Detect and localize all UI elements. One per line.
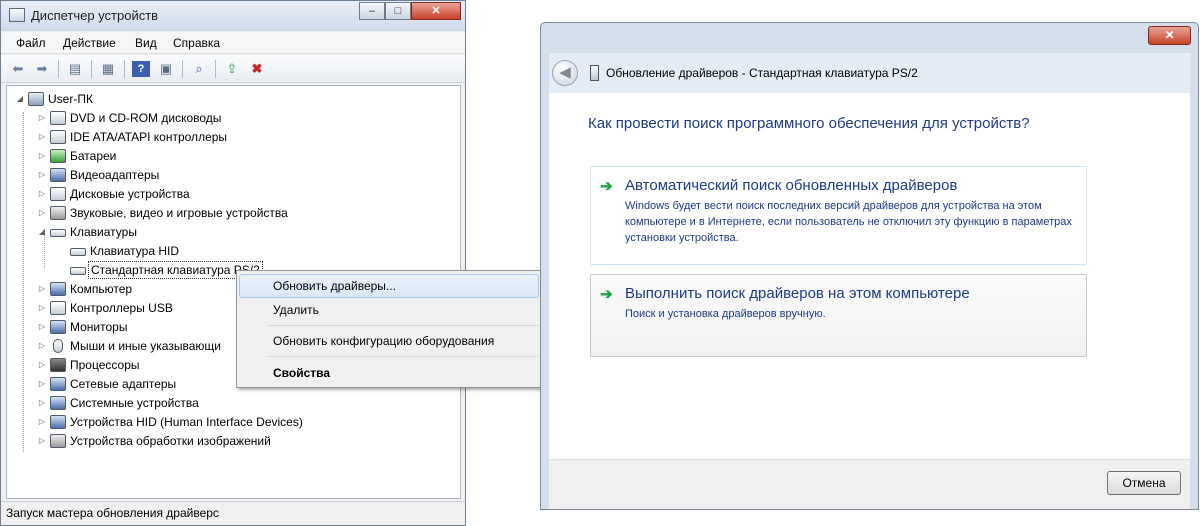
processor-icon: [50, 358, 66, 372]
cancel-button[interactable]: Отмена: [1107, 471, 1181, 495]
mouse-icon: [53, 339, 63, 353]
dvd-drive-icon: [50, 111, 66, 125]
dialog-close-button[interactable]: ✕: [1148, 26, 1191, 45]
menu-uninstall[interactable]: Удалить: [239, 298, 539, 322]
expand-arrow-icon[interactable]: ▷: [37, 128, 47, 146]
expand-arrow-icon[interactable]: ▷: [37, 109, 47, 127]
option-browse-computer[interactable]: ➔ Выполнить поиск драйверов на этом комп…: [590, 274, 1087, 357]
usb-icon: [50, 301, 66, 315]
minimize-button[interactable]: ‒: [359, 2, 385, 20]
scan-hardware-icon[interactable]: ⌕: [190, 61, 208, 77]
menu-properties[interactable]: Свойства: [239, 361, 539, 385]
option-description: Поиск и установка драйверов вручную.: [625, 308, 826, 320]
dialog-content: Как провести поиск программного обеспече…: [549, 93, 1190, 509]
title-bar[interactable]: Диспетчер устройств ‒ □ ✕: [1, 1, 465, 31]
expand-arrow-icon[interactable]: ▷: [37, 337, 47, 355]
view-icon[interactable]: ▣: [157, 61, 175, 77]
status-bar: Запуск мастера обновления драйверс: [1, 501, 465, 525]
sound-icon: [50, 206, 66, 220]
computer-icon: [50, 282, 66, 296]
option-title: Выполнить поиск драйверов на этом компью…: [625, 285, 970, 302]
close-button[interactable]: ✕: [411, 2, 461, 20]
toolbar: ⬅ ➡ ▤ ▦ ? ▣ ⌕ ⇪ ✖: [1, 55, 465, 83]
device-manager-icon: [9, 8, 25, 22]
green-arrow-icon: ➔: [600, 178, 613, 195]
keyboard-icon: [70, 248, 86, 256]
collapse-arrow-icon[interactable]: ◢: [37, 223, 47, 241]
toolbar-separator: [124, 60, 125, 78]
toolbar-separator: [91, 60, 92, 78]
expand-arrow-icon[interactable]: ▷: [37, 413, 47, 431]
expand-arrow-icon[interactable]: ▷: [37, 375, 47, 393]
system-device-icon: [50, 396, 66, 410]
collapse-arrow-icon[interactable]: ◢: [15, 90, 25, 108]
toolbar-separator: [182, 60, 183, 78]
maximize-button[interactable]: □: [385, 2, 411, 20]
hid-icon: [50, 415, 66, 429]
tree-guide-line: [23, 112, 24, 452]
monitor-icon: [50, 320, 66, 334]
keyboard-icon: [50, 229, 66, 237]
expand-arrow-icon[interactable]: ▷: [37, 185, 47, 203]
expand-arrow-icon[interactable]: ▷: [37, 204, 47, 222]
menu-bar: Файл Действие Вид Справка: [1, 32, 465, 54]
forward-arrow-icon[interactable]: ➡: [33, 61, 51, 77]
dialog-question: Как провести поиск программного обеспече…: [588, 115, 1030, 132]
battery-icon: [50, 149, 66, 163]
menu-view[interactable]: Вид: [135, 36, 157, 50]
menu-help[interactable]: Справка: [173, 36, 220, 50]
disk-drive-icon: [50, 187, 66, 201]
computer-icon: [28, 92, 44, 106]
option-title: Автоматический поиск обновленных драйвер…: [625, 177, 958, 194]
window-title: Диспетчер устройств: [31, 8, 159, 23]
menu-scan-hardware[interactable]: Обновить конфигурацию оборудования: [239, 329, 539, 353]
device-icon: [590, 65, 599, 81]
expand-arrow-icon[interactable]: ▷: [37, 280, 47, 298]
menu-action[interactable]: Действие: [63, 36, 116, 50]
menu-separator: [267, 325, 539, 326]
toolbar-separator: [215, 60, 216, 78]
expand-arrow-icon[interactable]: ▷: [37, 299, 47, 317]
expand-arrow-icon[interactable]: ▷: [37, 394, 47, 412]
display-adapter-icon: [50, 168, 66, 182]
menu-update-drivers[interactable]: Обновить драйверы...: [239, 274, 539, 298]
expand-arrow-icon[interactable]: ▷: [37, 356, 47, 374]
network-adapter-icon: [50, 377, 66, 391]
imaging-device-icon: [50, 434, 66, 448]
green-arrow-icon: ➔: [600, 286, 613, 303]
uninstall-icon[interactable]: ✖: [248, 61, 266, 77]
option-auto-search[interactable]: ➔ Автоматический поиск обновленных драйв…: [590, 166, 1087, 265]
expand-arrow-icon[interactable]: ▷: [37, 432, 47, 450]
dialog-title: Обновление драйверов - Стандартная клави…: [606, 66, 918, 80]
device-manager-window: Диспетчер устройств ‒ □ ✕ Файл Действие …: [0, 0, 466, 526]
help-icon[interactable]: ?: [132, 61, 150, 77]
update-drivers-dialog: ✕ ◀ Обновление драйверов - Стандартная к…: [540, 22, 1199, 510]
back-arrow-icon[interactable]: ◀: [552, 60, 578, 86]
option-description: Windows будет вести поиск последних верс…: [625, 200, 1072, 244]
context-menu: Обновить драйверы... Удалить Обновить ко…: [236, 270, 542, 388]
properties-icon[interactable]: ▦: [99, 61, 117, 77]
expand-arrow-icon[interactable]: ▷: [37, 166, 47, 184]
menu-separator: [267, 356, 539, 357]
expand-arrow-icon[interactable]: ▷: [37, 318, 47, 336]
keyboard-icon: [70, 267, 86, 275]
ide-controller-icon: [50, 130, 66, 144]
toolbar-separator: [58, 60, 59, 78]
dialog-footer: Отмена: [549, 459, 1190, 509]
menu-file[interactable]: Файл: [16, 36, 46, 50]
console-tree-icon[interactable]: ▤: [66, 61, 84, 77]
back-arrow-icon[interactable]: ⬅: [9, 61, 27, 77]
expand-arrow-icon[interactable]: ▷: [37, 147, 47, 165]
update-driver-icon[interactable]: ⇪: [223, 61, 241, 77]
